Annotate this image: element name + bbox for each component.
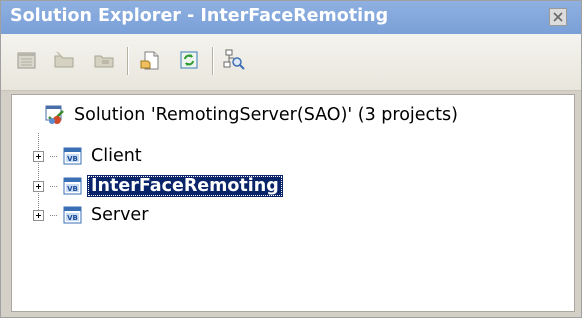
svg-text:VB: VB: [67, 214, 78, 222]
tree-connector: [50, 156, 57, 157]
tree-connector: [50, 215, 57, 216]
solution-explorer-window: Solution Explorer - InterFaceRemoting So…: [0, 0, 582, 318]
close-button[interactable]: [549, 8, 567, 26]
vb-project-icon: VB: [63, 206, 82, 224]
properties-button[interactable]: [14, 47, 40, 73]
show-all-files-button[interactable]: [137, 47, 163, 73]
solution-label: Solution 'RemotingServer(SAO)' (3 projec…: [74, 105, 458, 125]
tree-node-solution[interactable]: Solution 'RemotingServer(SAO)' (3 projec…: [44, 101, 462, 129]
new-folder-button[interactable]: [51, 47, 77, 73]
window-title: Solution Explorer - InterFaceRemoting: [10, 6, 389, 26]
refresh-button[interactable]: [176, 47, 202, 73]
class-view-icon: [223, 49, 245, 70]
expand-toggle-client[interactable]: [33, 151, 44, 162]
solution-tree[interactable]: Solution 'RemotingServer(SAO)' (3 projec…: [11, 94, 575, 312]
refresh-icon: [180, 51, 198, 69]
tree-connector: [38, 133, 39, 210]
project-label-client: Client: [91, 146, 142, 166]
vb-project-icon: VB: [63, 147, 82, 165]
solution-icon: [45, 105, 64, 124]
open-folder-button[interactable]: [91, 47, 117, 73]
show-all-files-icon: [140, 51, 159, 70]
toolbar: [1, 34, 581, 91]
title-bar[interactable]: Solution Explorer - InterFaceRemoting: [1, 1, 581, 34]
tree-node-server[interactable]: VB Server: [62, 201, 152, 229]
expand-toggle-interfaceremoting[interactable]: [33, 181, 44, 192]
vb-project-icon: VB: [63, 177, 82, 195]
svg-text:VB: VB: [67, 185, 78, 193]
new-folder-icon: [54, 51, 74, 68]
class-view-button[interactable]: [221, 47, 247, 73]
expand-toggle-server[interactable]: [33, 210, 44, 221]
toolbar-separator: [212, 47, 213, 75]
tree-node-client[interactable]: VB Client: [62, 142, 146, 170]
tree-node-interfaceremoting[interactable]: VB InterFaceRemoting: [62, 172, 283, 200]
svg-text:VB: VB: [67, 155, 78, 163]
properties-icon: [17, 52, 36, 69]
tree-connector: [50, 186, 57, 187]
project-label-server: Server: [91, 205, 149, 225]
toolbar-separator: [127, 47, 128, 75]
project-label-interfaceremoting: InterFaceRemoting: [87, 175, 283, 197]
close-icon: [553, 12, 563, 22]
open-folder-icon: [94, 55, 114, 68]
